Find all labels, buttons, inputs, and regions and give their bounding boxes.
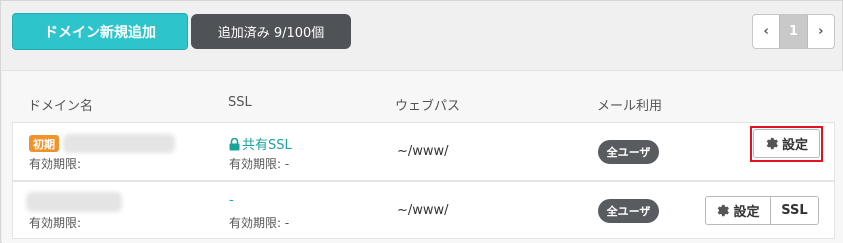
ssl-expiry: 有効期限: - <box>229 216 290 230</box>
settings-button[interactable]: 設定 <box>706 197 771 224</box>
lock-icon <box>229 138 240 151</box>
settings-button-label: 設定 <box>733 205 760 220</box>
ssl-expiry: 有効期限: - <box>229 157 290 171</box>
gear-icon <box>766 137 778 150</box>
ssl-status: - <box>229 193 234 208</box>
column-header-web-path: ウェブパス <box>395 99 461 114</box>
mail-usage-badge: 全ユーザ <box>598 140 659 164</box>
column-header-mail: メール利用 <box>597 99 663 114</box>
gear-icon <box>718 204 730 217</box>
redacted-domain-name <box>26 192 122 212</box>
table-row: 有効期限: - 有効期限: - ~/www/ 全ユーザ 設定 SSL <box>12 181 835 239</box>
domain-expiry: 有効期限: <box>29 157 82 171</box>
domain-count-button[interactable]: 追加済み 9/100個 <box>191 14 351 49</box>
settings-button-label: 設定 <box>781 138 808 153</box>
mail-usage-badge: 全ユーザ <box>598 199 659 223</box>
domain-table: ドメイン名 SSL ウェブパス メール利用 初期 有効期限: 共有SSL 有効期… <box>2 70 843 243</box>
row-action-buttons: 設定 SSL <box>705 196 819 225</box>
table-row: 初期 有効期限: 共有SSL 有効期限: - ~/www/ 全ユーザ 設定 <box>12 122 835 181</box>
settings-button[interactable]: 設定 <box>753 129 820 158</box>
initial-domain-badge: 初期 <box>29 135 59 152</box>
domain-expiry: 有効期限: <box>29 216 82 230</box>
ssl-status[interactable]: 共有SSL <box>229 134 292 153</box>
pagination-prev-button[interactable]: ‹ <box>753 15 779 48</box>
pagination-current-page[interactable]: 1 <box>779 15 808 48</box>
column-header-ssl: SSL <box>228 95 252 110</box>
web-path: ~/www/ <box>397 144 449 159</box>
pagination: ‹ 1 › <box>752 14 835 49</box>
ssl-button[interactable]: SSL <box>771 197 818 224</box>
pagination-next-button[interactable]: › <box>808 15 834 48</box>
web-path: ~/www/ <box>397 203 449 218</box>
redacted-domain-name <box>63 134 175 153</box>
ssl-link[interactable]: 共有SSL <box>242 138 292 153</box>
column-header-domain: ドメイン名 <box>28 99 94 114</box>
domain-list-panel: ドメイン新規追加 追加済み 9/100個 ‹ 1 › ドメイン名 SSL ウェブ… <box>0 0 843 243</box>
add-domain-button[interactable]: ドメイン新規追加 <box>12 13 188 50</box>
